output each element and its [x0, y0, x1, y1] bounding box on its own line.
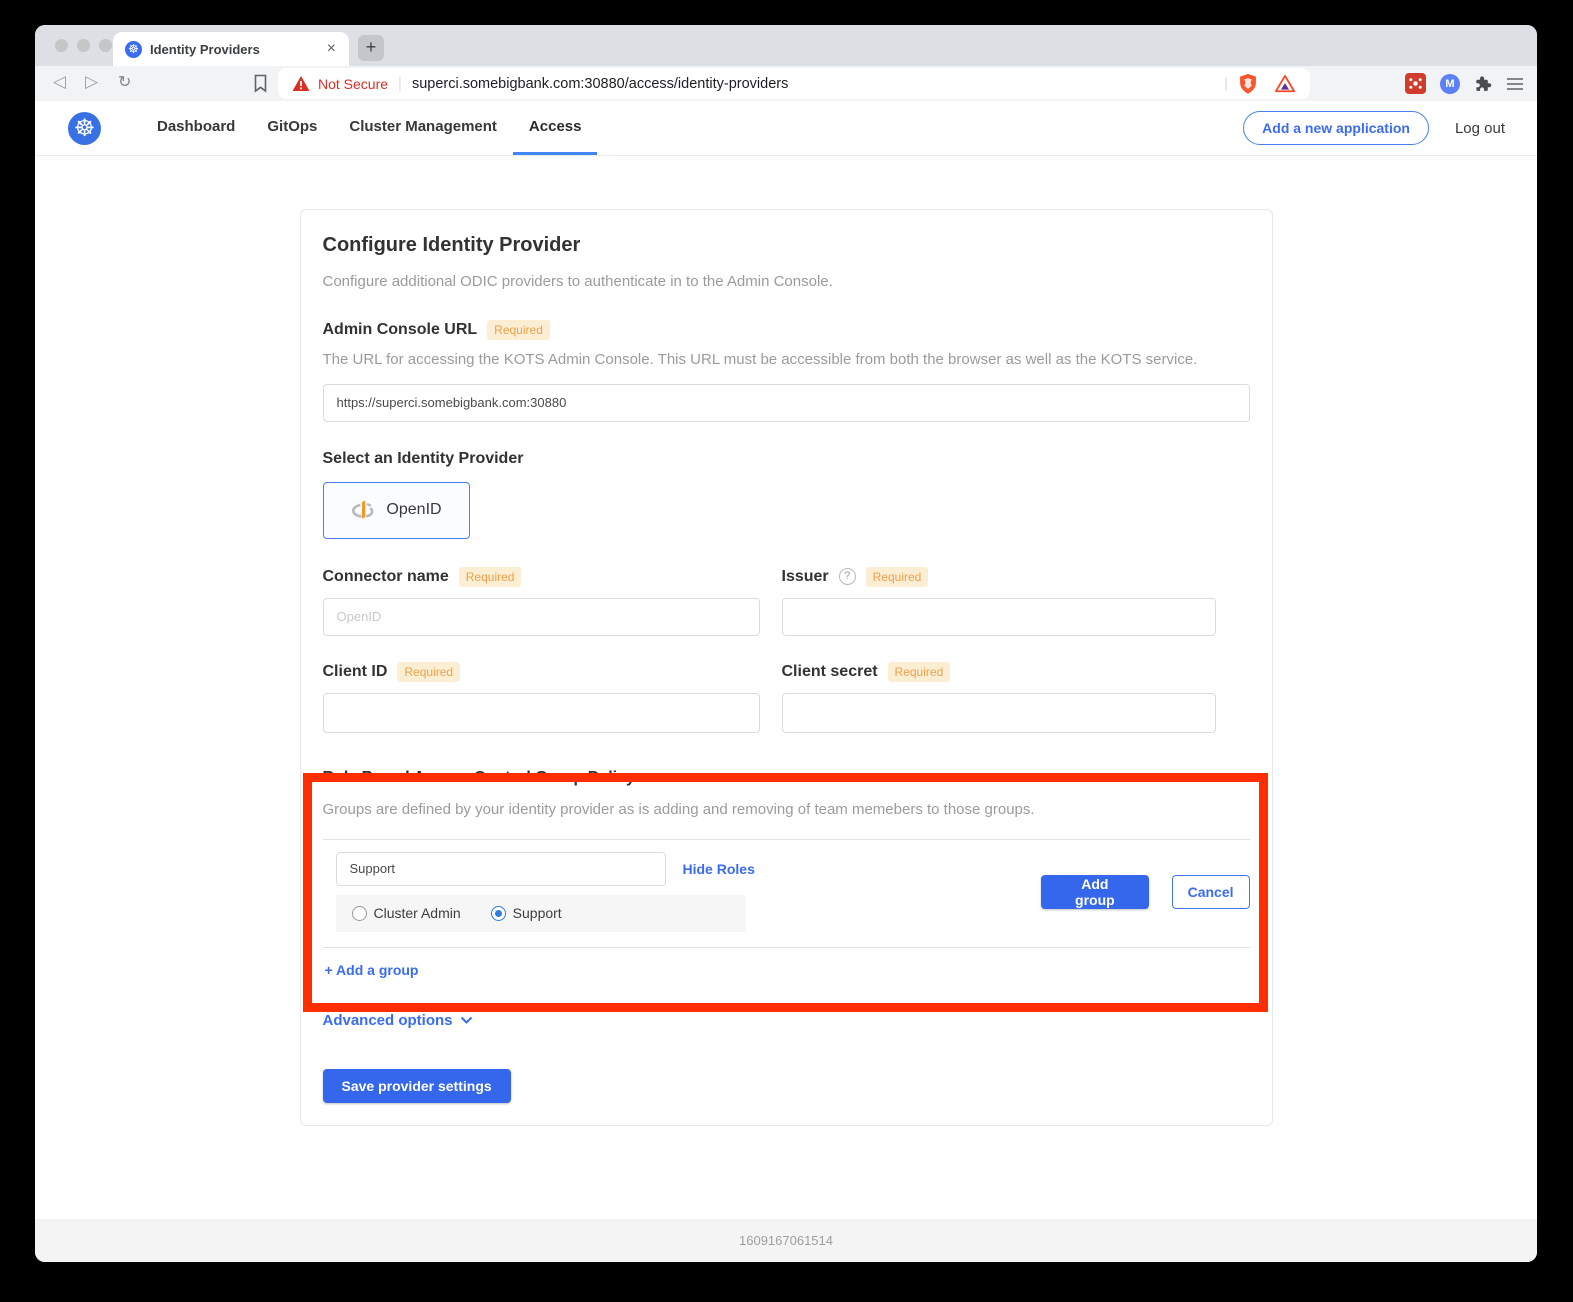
brave-shield-icon[interactable] — [1238, 73, 1258, 95]
connector-name-input[interactable] — [323, 598, 760, 636]
not-secure-label: Not Secure — [318, 76, 388, 92]
save-provider-settings-button[interactable]: Save provider settings — [323, 1069, 511, 1103]
required-badge: Required — [888, 662, 951, 682]
role-label: Support — [513, 905, 562, 921]
nav-item-gitops[interactable]: GitOps — [251, 101, 333, 155]
forward-button[interactable]: ▷ — [85, 72, 98, 92]
required-badge: Required — [397, 662, 460, 682]
profile-avatar-icon[interactable]: M — [1440, 74, 1460, 94]
openid-logo-icon — [350, 497, 377, 524]
client-secret-label: Client secret — [782, 663, 878, 681]
extensions-puzzle-icon[interactable] — [1474, 74, 1493, 93]
nav-item-dashboard[interactable]: Dashboard — [141, 101, 251, 155]
tab-close-icon[interactable]: × — [324, 40, 339, 58]
required-badge: Required — [866, 567, 929, 587]
brave-rewards-icon[interactable] — [1274, 74, 1296, 94]
add-a-group-link[interactable]: + Add a group — [323, 962, 419, 978]
divider — [323, 839, 1250, 840]
rbac-title: Role Based Access Control Group Policy — [323, 769, 1250, 787]
openid-provider-card[interactable]: OpenID — [323, 482, 470, 539]
page-title: Configure Identity Provider — [323, 234, 1250, 257]
reload-button[interactable]: ↻ — [118, 72, 131, 92]
admin-console-url-input[interactable] — [323, 384, 1250, 422]
select-provider-label: Select an Identity Provider — [323, 450, 1250, 468]
close-window-button[interactable] — [55, 39, 68, 52]
rbac-section: Role Based Access Control Group Policy G… — [323, 769, 1250, 980]
kubernetes-favicon-icon: ☸ — [125, 41, 142, 58]
minimize-window-button[interactable] — [77, 39, 90, 52]
back-button[interactable]: ◁ — [53, 72, 66, 92]
url-separator: | — [398, 75, 402, 92]
browser-window: ☸ Identity Providers × + ◁ ▷ ↻ Not Secur… — [35, 25, 1537, 1262]
client-id-input[interactable] — [323, 693, 760, 733]
role-option-support[interactable]: Support — [491, 905, 562, 921]
group-editor-row: Hide Roles Cluster Admin Support — [323, 852, 1250, 932]
admin-console-url-help: The URL for accessing the KOTS Admin Con… — [323, 350, 1250, 370]
footer-timestamp: 1609167061514 — [739, 1233, 833, 1248]
nav-item-cluster-management[interactable]: Cluster Management — [333, 101, 513, 155]
add-new-application-button[interactable]: Add a new application — [1243, 111, 1429, 145]
bookmark-icon[interactable] — [253, 74, 268, 98]
issuer-label: Issuer — [782, 568, 829, 586]
advanced-options-link[interactable]: Advanced options — [323, 1012, 453, 1029]
app-navigation: ☸ Dashboard GitOps Cluster Management Ac… — [35, 101, 1537, 156]
roles-box: Cluster Admin Support — [336, 895, 746, 932]
connector-name-label: Connector name — [323, 568, 449, 586]
window-controls — [55, 39, 112, 52]
radio-selected-icon[interactable] — [491, 906, 506, 921]
chevron-down-icon[interactable] — [460, 1016, 473, 1025]
nav-item-access[interactable]: Access — [513, 101, 598, 155]
role-label: Cluster Admin — [374, 905, 461, 921]
issuer-input[interactable] — [782, 598, 1216, 636]
kubernetes-logo-icon: ☸ — [68, 112, 101, 145]
page-subtitle: Configure additional ODIC providers to a… — [323, 272, 1250, 292]
divider — [323, 947, 1250, 948]
browser-toolbar: ◁ ▷ ↻ Not Secure | superci.somebigbank.c… — [35, 66, 1537, 101]
new-tab-button[interactable]: + — [358, 35, 384, 61]
url-bar[interactable]: Not Secure | superci.somebigbank.com:308… — [278, 68, 1310, 99]
add-group-button[interactable]: Add group — [1041, 875, 1148, 909]
group-name-input[interactable] — [336, 852, 666, 886]
required-badge: Required — [459, 567, 522, 587]
browser-menu-icon[interactable] — [1507, 78, 1523, 80]
client-secret-input[interactable] — [782, 693, 1216, 733]
issuer-help-icon[interactable]: ? — [839, 568, 856, 585]
extensions-area: M — [1405, 66, 1523, 101]
hide-roles-link[interactable]: Hide Roles — [683, 861, 755, 877]
browser-tab[interactable]: ☸ Identity Providers × — [113, 32, 349, 66]
app-footer: 1609167061514 — [35, 1219, 1537, 1262]
admin-console-url-label: Admin Console URL — [323, 321, 478, 339]
identity-provider-card: Configure Identity Provider Configure ad… — [300, 209, 1273, 1126]
tab-title: Identity Providers — [150, 42, 324, 57]
page-body: Configure Identity Provider Configure ad… — [35, 156, 1537, 1219]
maximize-window-button[interactable] — [99, 39, 112, 52]
url-separator: | — [1224, 75, 1228, 92]
logout-link[interactable]: Log out — [1455, 120, 1505, 137]
openid-provider-label: OpenID — [386, 501, 441, 519]
client-id-label: Client ID — [323, 663, 388, 681]
role-option-cluster-admin[interactable]: Cluster Admin — [352, 905, 461, 921]
extension-icon[interactable] — [1405, 73, 1426, 94]
radio-unselected-icon[interactable] — [352, 906, 367, 921]
rbac-description: Groups are defined by your identity prov… — [323, 800, 1250, 820]
cancel-button[interactable]: Cancel — [1172, 875, 1250, 909]
url-text: superci.somebigbank.com:30880/access/ide… — [412, 76, 788, 92]
browser-tab-bar: ☸ Identity Providers × + — [35, 25, 1537, 66]
not-secure-warning-icon — [292, 75, 310, 92]
required-badge: Required — [487, 320, 550, 340]
